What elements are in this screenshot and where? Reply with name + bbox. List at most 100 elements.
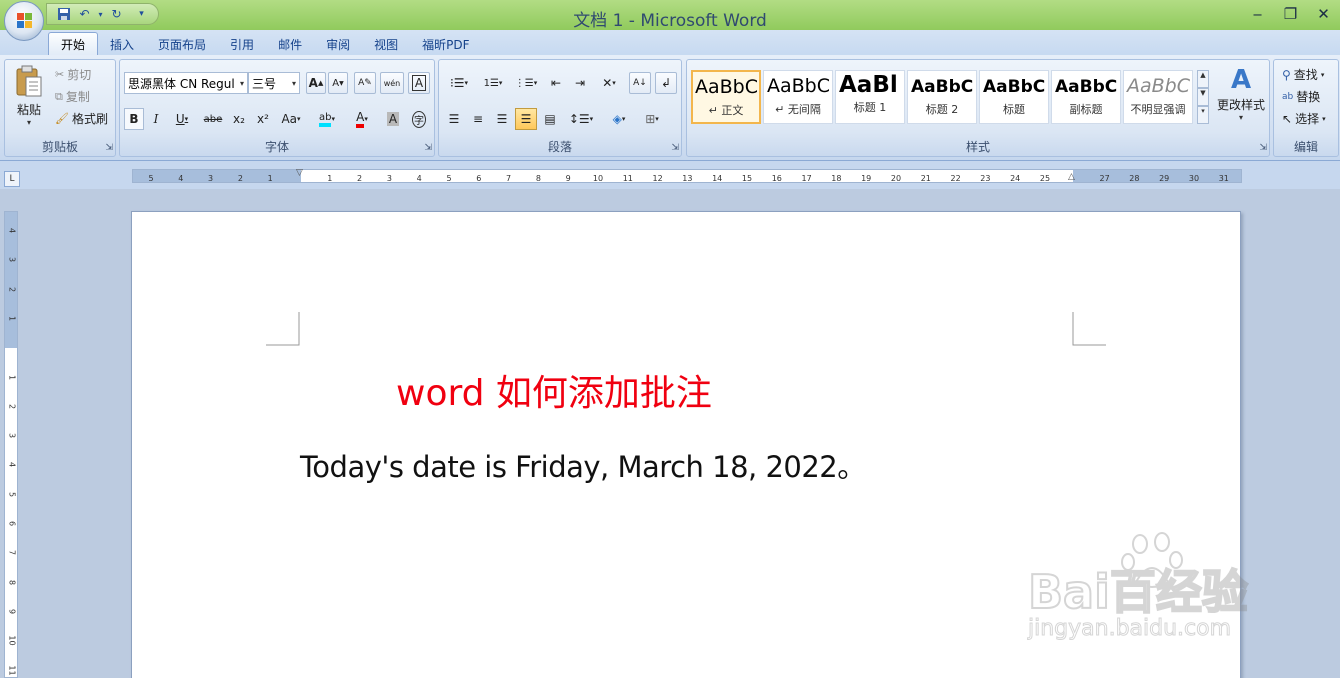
find-button[interactable]: ⚲ 查找 ▾ (1282, 66, 1324, 83)
multilevel-list-button[interactable]: ⋮☰ ▾ (511, 72, 541, 94)
office-button[interactable] (4, 1, 44, 41)
replace-icon: ab (1282, 91, 1294, 102)
ruler-tick: 8 (7, 579, 17, 585)
numbering-button[interactable]: 1☰ ▾ (477, 72, 509, 94)
undo-icon[interactable]: ↶ (76, 6, 93, 23)
increase-indent-button[interactable]: ⇥ (569, 72, 591, 94)
bold-button[interactable]: B (124, 108, 144, 130)
align-right-button[interactable]: ☰ (491, 108, 513, 130)
align-center-button[interactable]: ≡ (467, 108, 489, 130)
replace-button[interactable]: ab 替换 (1282, 88, 1320, 105)
tab-review[interactable]: 审阅 (314, 32, 362, 56)
grow-font-button[interactable]: A ▲ (306, 72, 326, 94)
line-spacing-button[interactable]: ↕☰ ▾ (565, 108, 597, 130)
style-no-spacing[interactable]: AaBbC ↵ 无间隔 (763, 70, 833, 124)
style-subtitle[interactable]: AaBbC 副标题 (1051, 70, 1121, 124)
tab-insert[interactable]: 插入 (98, 32, 146, 56)
style-heading-2[interactable]: AaBbC 标题 2 (907, 70, 977, 124)
change-case-button[interactable]: Aa ▾ (276, 108, 306, 130)
styles-group-label: 样式 (965, 140, 990, 154)
ruler-tick: 23 (980, 174, 991, 183)
document-heading[interactable]: word 如何添加批注 (396, 364, 712, 416)
format-painter-button[interactable]: 🖌 格式刷 (55, 110, 108, 127)
ruler-tick: 24 (1010, 174, 1021, 183)
subscript-label: x₂ (233, 112, 245, 126)
ruler-tick: 9 (7, 608, 17, 614)
vertical-ruler[interactable]: 4 3 2 1 1 2 3 4 5 6 7 8 9 10 11 (4, 211, 18, 678)
right-indent-marker[interactable]: △ (1068, 172, 1075, 182)
clipboard-launcher-icon[interactable]: ⇲ (105, 143, 113, 153)
char-shade-button[interactable]: A (382, 108, 404, 130)
maximize-button[interactable]: ❐ (1274, 0, 1307, 28)
copy-button[interactable]: ⧉ 复制 (55, 88, 90, 105)
ruler-tick: 30 (1188, 174, 1200, 183)
font-color-button[interactable]: A ▾ (346, 108, 378, 130)
style-heading-1[interactable]: AaBl 标题 1 (835, 70, 905, 124)
char-border-button[interactable]: A (408, 72, 430, 94)
document-paragraph[interactable]: Today's date is Friday, March 18, 2022。 (300, 444, 866, 486)
paragraph-launcher-icon[interactable]: ⇲ (671, 143, 679, 153)
ruler-tick: 3 (208, 174, 214, 183)
superscript-button[interactable]: x² (252, 108, 274, 130)
ruler-tick: 10 (7, 635, 17, 646)
styles-launcher-icon[interactable]: ⇲ (1259, 143, 1267, 153)
undo-dropdown-icon[interactable]: ▾ (97, 6, 104, 23)
highlight-button[interactable]: ab ▾ (310, 108, 344, 130)
bullets-button[interactable]: ⁝☰ ▾ (443, 72, 475, 94)
minimize-button[interactable]: ‒ (1241, 0, 1274, 28)
cut-button[interactable]: ✂ 剪切 (55, 66, 91, 83)
style-name: ↵ 无间隔 (775, 103, 821, 116)
sort-button[interactable]: A↓ (629, 72, 651, 94)
ruler-tick: 21 (920, 174, 931, 183)
tab-page-layout[interactable]: 页面布局 (146, 32, 218, 56)
style-normal[interactable]: AaBbC ↵ 正文 (691, 70, 761, 124)
distributed-button[interactable]: ▤ (539, 108, 561, 130)
save-icon[interactable] (55, 6, 72, 23)
decrease-indent-button[interactable]: ⇤ (545, 72, 567, 94)
tab-foxit-pdf[interactable]: 福昕PDF (410, 32, 481, 56)
select-button[interactable]: ↖ 选择 ▾ (1282, 110, 1326, 127)
chevron-down-icon: ▾ (1238, 113, 1243, 122)
ruler-tick: 25 (1039, 174, 1051, 183)
quick-access-toolbar: ↶ ▾ ↻ ▾ (46, 3, 159, 25)
window-title: 文档 1 - Microsoft Word (573, 11, 767, 31)
italic-button[interactable]: I (146, 108, 166, 130)
underline-button[interactable]: U ▾ (168, 108, 196, 130)
styles-scroll-up-button[interactable]: ▲ (1197, 70, 1209, 88)
horizontal-ruler[interactable]: 5 4 3 2 1 1 2 3 4 5 6 7 8 9 10 11 12 13 14 15 16 17 18 19 20 21 22… (132, 168, 1242, 183)
ruler-tick: 1 (7, 315, 17, 321)
justify-button[interactable]: ☰ (515, 108, 537, 130)
phonetic-guide-button[interactable]: wén (380, 72, 404, 94)
borders-icon: ⊞ (645, 112, 656, 126)
styles-more-button[interactable]: ▾ (1197, 106, 1209, 124)
subscript-button[interactable]: x₂ (228, 108, 250, 130)
show-marks-button[interactable]: ↲ (655, 72, 677, 94)
redo-icon[interactable]: ↻ (108, 6, 125, 23)
chinese-layout-button[interactable]: ✕ ▾ (593, 72, 625, 94)
align-left-button[interactable]: ☰ (443, 108, 465, 130)
borders-button[interactable]: ⊞ ▾ (637, 108, 667, 130)
customize-icon[interactable]: ▾ (133, 6, 150, 23)
strikethrough-button[interactable]: abe (200, 108, 226, 130)
style-title[interactable]: AaBbC 标题 (979, 70, 1049, 124)
tab-view[interactable]: 视图 (362, 32, 410, 56)
tab-selector-button[interactable]: L (4, 171, 20, 187)
tab-home[interactable]: 开始 (48, 32, 99, 56)
change-styles-button[interactable]: A 更改样式 ▾ (1213, 64, 1269, 134)
tab-mailings[interactable]: 邮件 (266, 32, 314, 56)
bullets-icon: ⁝☰ (449, 76, 465, 90)
window-controls: ‒ ❐ ✕ (1241, 0, 1340, 28)
clear-format-button[interactable]: A✎ (354, 72, 376, 94)
style-subtle-emphasis[interactable]: AaBbC 不明显强调 (1123, 70, 1193, 124)
shrink-font-button[interactable]: A ▼ (328, 72, 348, 94)
close-button[interactable]: ✕ (1307, 0, 1340, 28)
tab-references[interactable]: 引用 (218, 32, 266, 56)
font-name-combo[interactable]: 思源黑体 CN Regul ▾ (124, 72, 248, 94)
first-line-indent-marker[interactable]: ▽ (296, 168, 303, 178)
shading-button[interactable]: ◈ ▾ (603, 108, 635, 130)
font-launcher-icon[interactable]: ⇲ (424, 143, 432, 153)
styles-scroll-down-button[interactable]: ▼ (1197, 88, 1209, 106)
font-size-combo[interactable]: 三号 ▾ (248, 72, 300, 94)
paste-button[interactable]: 粘贴 ▾ (9, 64, 49, 136)
enclose-char-button[interactable]: 字 (408, 108, 430, 130)
